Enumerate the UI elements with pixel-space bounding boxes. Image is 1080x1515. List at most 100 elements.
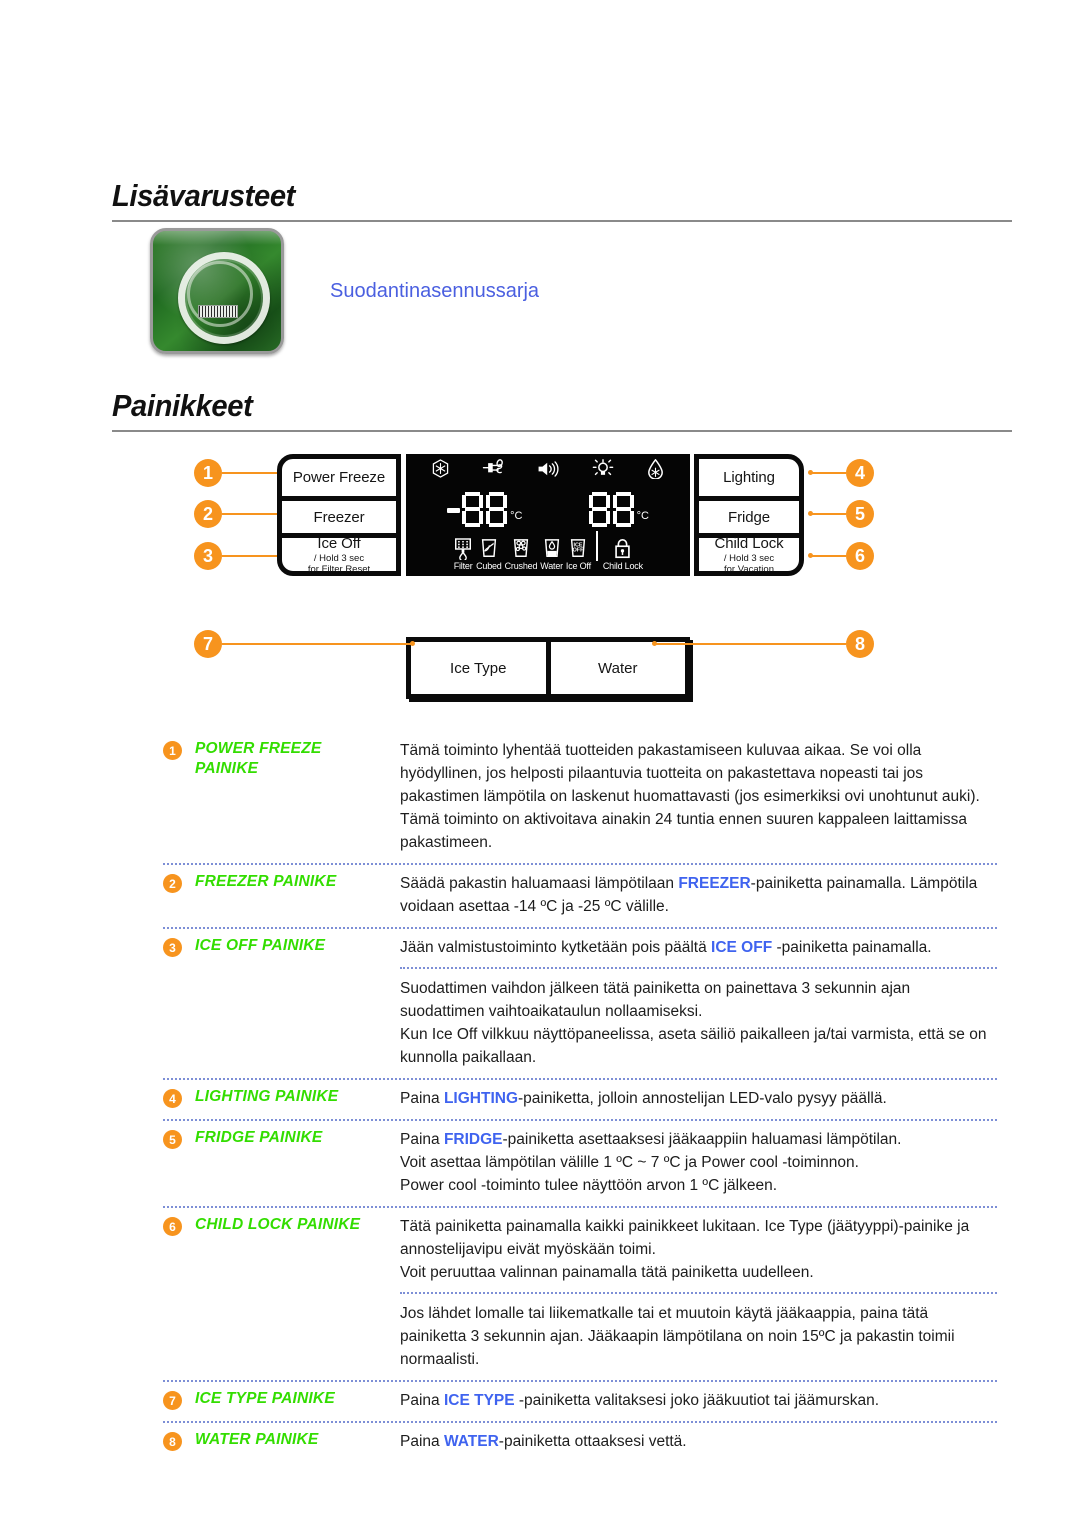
power-freeze-snowflake-icon	[432, 459, 449, 483]
row-label-text: ICE TYPE PAINIKE	[195, 1390, 335, 1407]
button-fridge-label: Fridge	[728, 508, 770, 526]
page-title-accessories: Lisävarusteet	[112, 178, 296, 213]
status-water-label: Water	[540, 561, 563, 571]
status-ice-off-label: Ice Off	[565, 561, 591, 571]
button-description-table: 1 POWER FREEZE PAINIKE Tämä toiminto lyhent…	[163, 732, 997, 1462]
seven-seg-digit	[588, 491, 610, 527]
row-label: CHILD LOCK PAINIKE	[195, 1215, 400, 1371]
button-fridge[interactable]: Fridge	[699, 496, 799, 533]
button-power-freeze[interactable]: Power Freeze	[282, 459, 396, 496]
callout-line-8	[654, 643, 846, 645]
fridge-digits	[588, 491, 634, 527]
row-description-extra: Jos lähdet lomalle tai liikematkalle tai…	[400, 1305, 955, 1368]
row-label: WATER PAINIKE	[195, 1430, 400, 1453]
callout-badge-4: 4	[846, 459, 874, 487]
row-description: Paina WATER-painiketta ottaaksesi vettä.	[400, 1433, 687, 1450]
callout-line-7	[222, 643, 412, 645]
button-water[interactable]: Water	[545, 642, 686, 694]
callout-line-6	[810, 555, 846, 557]
button-power-freeze-label: Power Freeze	[292, 469, 386, 486]
fridge-temperature: °C	[588, 491, 649, 527]
row-label-text: ICE OFF PAINIKE	[195, 937, 326, 954]
row-label: ICE OFF PAINIKE	[195, 936, 400, 1069]
row-number-badge: 4	[163, 1089, 182, 1108]
table-row: 4 LIGHTING PAINIKE Paina LIGHTING-painiket…	[163, 1078, 997, 1119]
row-number: 7	[163, 1389, 195, 1412]
row-number: 4	[163, 1087, 195, 1110]
row-description: Tämä toiminto lyhentää tuotteiden pakast…	[400, 742, 980, 851]
row-label-text: FREEZER PAINIKE	[195, 873, 337, 890]
row-label: LIGHTING PAINIKE	[195, 1087, 400, 1110]
button-water-label: Water	[598, 659, 638, 677]
row-label-text: WATER PAINIKE	[195, 1431, 319, 1448]
row-label-text: LIGHTING PAINIKE	[195, 1088, 339, 1105]
row-label-text: CHILD LOCK PAINIKE	[195, 1216, 361, 1233]
seven-seg-digit	[612, 491, 634, 527]
status-child-lock: Child Lock	[603, 538, 643, 571]
seven-seg-digit	[462, 491, 484, 527]
display-temperature-row: °C °C	[406, 484, 690, 534]
callout-badge-1: 1	[194, 459, 222, 487]
status-crushed-label: Crushed	[504, 561, 538, 571]
callout-badge-8: 8	[846, 630, 874, 658]
section-heading-buttons: Painikkeet	[112, 388, 1012, 432]
row-label: POWER FREEZE PAINIKE	[195, 739, 400, 854]
button-ice-type[interactable]: Ice Type	[411, 642, 546, 694]
filter-install-kit-image	[150, 228, 284, 354]
callout-badge-6: 6	[846, 542, 874, 570]
row-description-extra: Suodattimen vaihdon jälkeen tätä painike…	[400, 980, 987, 1066]
table-row: 5 FRIDGE PAINIKE Paina FRIDGE-painiketta a…	[163, 1119, 997, 1206]
inner-separator	[400, 1292, 997, 1294]
row-label-text: FRIDGE PAINIKE	[195, 1129, 323, 1146]
callout-line-5	[810, 513, 846, 515]
minus-sign	[447, 507, 461, 513]
inner-separator	[400, 967, 997, 969]
button-freezer-label: Freezer	[313, 508, 365, 526]
status-water: Water	[540, 538, 563, 571]
svg-text:OFF: OFF	[573, 548, 585, 554]
status-filter-label: Filter	[453, 561, 473, 571]
barcode-label-shape	[198, 305, 238, 319]
status-cubed: Cubed	[476, 538, 502, 571]
page-title-buttons: Painikkeet	[112, 388, 253, 423]
fridge-unit: °C	[636, 510, 649, 522]
accessory-row: Suodantinasennussarja	[150, 228, 539, 354]
image-sheen	[153, 231, 281, 245]
status-divider	[595, 531, 598, 561]
callout-dot-7	[410, 641, 415, 646]
callout-badge-2: 2	[194, 500, 222, 528]
manual-page: Lisävarusteet Suodantinasennussarja Pain…	[0, 0, 1080, 1515]
seven-seg-digit	[486, 491, 508, 527]
display-top-icon-row	[406, 454, 690, 484]
button-child-lock[interactable]: Child Lock / Hold 3 sec for Vacation	[699, 533, 799, 575]
control-panel-diagram: 1 2 3 Power Freeze Freezer Ice Off / Hol…	[0, 440, 1080, 715]
button-freezer[interactable]: Freezer	[282, 496, 396, 533]
row-number-badge: 3	[163, 938, 182, 957]
row-number-badge: 6	[163, 1217, 182, 1236]
row-number: 8	[163, 1430, 195, 1453]
button-child-lock-label: Child Lock	[714, 534, 784, 552]
row-label: ICE TYPE PAINIKE	[195, 1389, 400, 1412]
status-child-lock-label: Child Lock	[602, 561, 643, 571]
section-heading-accessories: Lisävarusteet	[112, 178, 1012, 222]
row-label: FRIDGE PAINIKE	[195, 1128, 400, 1197]
row-description: Paina LIGHTING-painiketta, jolloin annos…	[400, 1090, 887, 1107]
row-number-badge: 2	[163, 874, 182, 893]
row-label: FREEZER PAINIKE	[195, 872, 400, 918]
row-description: Jään valmistustoiminto kytketään pois pä…	[400, 936, 997, 1069]
power-cool-drop-icon	[647, 458, 664, 484]
button-lighting[interactable]: Lighting	[699, 459, 799, 496]
row-number-badge: 1	[163, 741, 182, 760]
heading-rule-2	[112, 430, 1012, 432]
row-number: 1	[163, 739, 195, 854]
sound-speaker-icon	[537, 460, 560, 483]
callout-line-4	[810, 472, 846, 474]
button-ice-off[interactable]: Ice Off / Hold 3 sec for Filter Reset	[282, 533, 396, 575]
status-cubed-label: Cubed	[476, 561, 502, 571]
table-row: 2 FREEZER PAINIKE Säädä pakastin haluamaas…	[163, 863, 997, 927]
table-row: 3 ICE OFF PAINIKE Jään valmistustoiminto k…	[163, 927, 997, 1078]
accessory-caption: Suodantinasennussarja	[330, 279, 540, 302]
freezer-digits	[462, 491, 508, 527]
power-saving-plug-icon	[482, 459, 505, 483]
row-label-text: POWER FREEZE PAINIKE	[195, 740, 322, 777]
